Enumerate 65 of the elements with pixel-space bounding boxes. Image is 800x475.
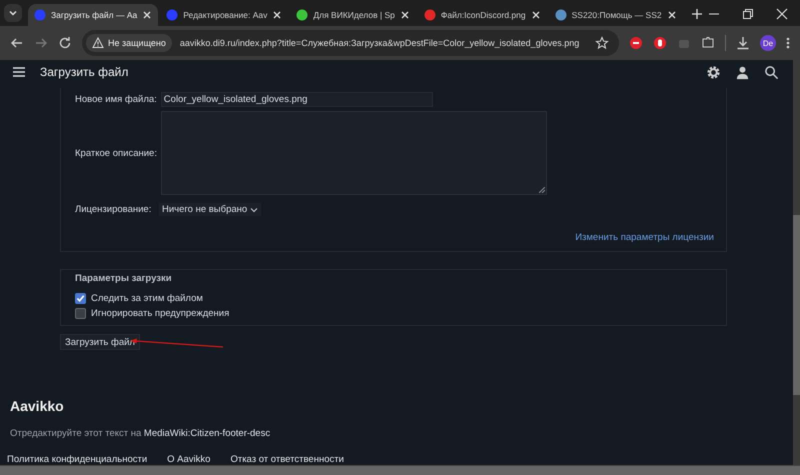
search-icon[interactable] [764, 64, 779, 80]
checkbox[interactable] [75, 293, 86, 304]
close-icon[interactable] [530, 10, 541, 20]
page-title: Загрузить файл [40, 65, 128, 79]
resize-grip-icon[interactable] [538, 187, 545, 193]
tab-search-button[interactable] [4, 4, 22, 22]
favicon-icon [296, 9, 308, 21]
download-icon[interactable] [736, 36, 750, 50]
tab-title: Для ВИКИделов | Sp [313, 10, 395, 20]
checkbox-label: Следить за этим файлом [91, 293, 203, 304]
close-icon[interactable] [142, 10, 152, 20]
close-icon[interactable] [776, 8, 788, 20]
license-dropdown[interactable]: Ничего не выбрано [159, 203, 262, 216]
chevron-down-icon [8, 8, 18, 18]
footer-link[interactable]: О Aavikko [167, 454, 210, 465]
browser-tab[interactable]: Редактирование: Aav [160, 4, 288, 26]
input-field[interactable]: Color_yellow_isolated_gloves.png [160, 92, 433, 107]
footer-description: Отредактируйте этот текст на [10, 428, 142, 439]
url-text: aavikko.di9.ru/index.php?title=Служебная:Загрузка&wpDestFile=Color_yellow_isolated_gloves.png [180, 38, 580, 48]
star-icon[interactable] [595, 36, 609, 50]
favicon-icon [554, 9, 567, 21]
address-bar[interactable]: Не защищено aavikko.di9.ru/index.php?title=Служебная:Загрузка&wpDestFile=Color_yellow_isolated_gloves.png [82, 30, 619, 56]
browser-tab[interactable]: Загрузить файл — Aa [28, 4, 158, 26]
license-settings-link[interactable]: Изменить параметры лицензии [575, 232, 714, 243]
textarea-field[interactable] [160, 111, 547, 195]
horizontal-scrollbar[interactable] [0, 465, 800, 475]
field-label: Краткое описание: [75, 148, 158, 158]
profile-avatar[interactable]: De [760, 35, 776, 51]
vertical-scrollbar[interactable] [793, 60, 800, 465]
footer-desc-link[interactable]: MediaWiki:Citizen-footer-desc [144, 428, 270, 439]
browser-tab[interactable]: SS220:Помощь — SS2 [548, 4, 683, 26]
chevron-down-icon [250, 206, 258, 212]
close-icon[interactable] [666, 10, 677, 20]
reload-icon[interactable] [58, 36, 72, 50]
favicon-icon [166, 9, 178, 21]
security-chip[interactable]: Не защищено [86, 34, 172, 52]
user-icon[interactable] [735, 64, 750, 80]
settings-icon[interactable] [706, 64, 721, 80]
footer-link[interactable]: Политика конфиденциальности [7, 454, 148, 465]
warning-icon [92, 37, 104, 49]
more-icon[interactable] [786, 36, 790, 50]
browser-tab[interactable]: Файл:IconDiscord.png [418, 4, 547, 26]
close-icon[interactable] [400, 10, 410, 20]
tab-title: Загрузить файл — Aa [51, 10, 138, 20]
field-label: Новое имя файла: [75, 94, 158, 105]
browser-tab[interactable]: Для ВИКИделов | Sp [290, 4, 416, 26]
close-icon[interactable] [272, 10, 282, 20]
tab-title: SS220:Помощь — SS2 [572, 10, 662, 20]
footer-link[interactable]: Отказ от ответственности [230, 454, 344, 465]
forward-icon[interactable] [34, 36, 48, 50]
checkbox-label: Игнорировать предупреждения [91, 308, 230, 319]
tab-title: Редактирование: Aav [183, 10, 268, 20]
favicon-icon [424, 9, 436, 21]
back-icon[interactable] [10, 36, 24, 50]
tab-title: Файл:IconDiscord.png [440, 10, 526, 20]
extension-icon[interactable] [653, 36, 667, 50]
fieldset-legend: Параметры загрузки [75, 273, 712, 284]
field-label: Лицензирование: [75, 204, 152, 215]
new-tab-icon[interactable] [690, 8, 703, 20]
menu-icon[interactable] [12, 66, 26, 78]
footer-site-name: Aavikko [10, 398, 65, 414]
restore-icon[interactable] [742, 8, 754, 20]
extension-icon[interactable] [629, 36, 643, 50]
favicon-icon [34, 9, 46, 21]
checkbox[interactable] [75, 308, 86, 319]
